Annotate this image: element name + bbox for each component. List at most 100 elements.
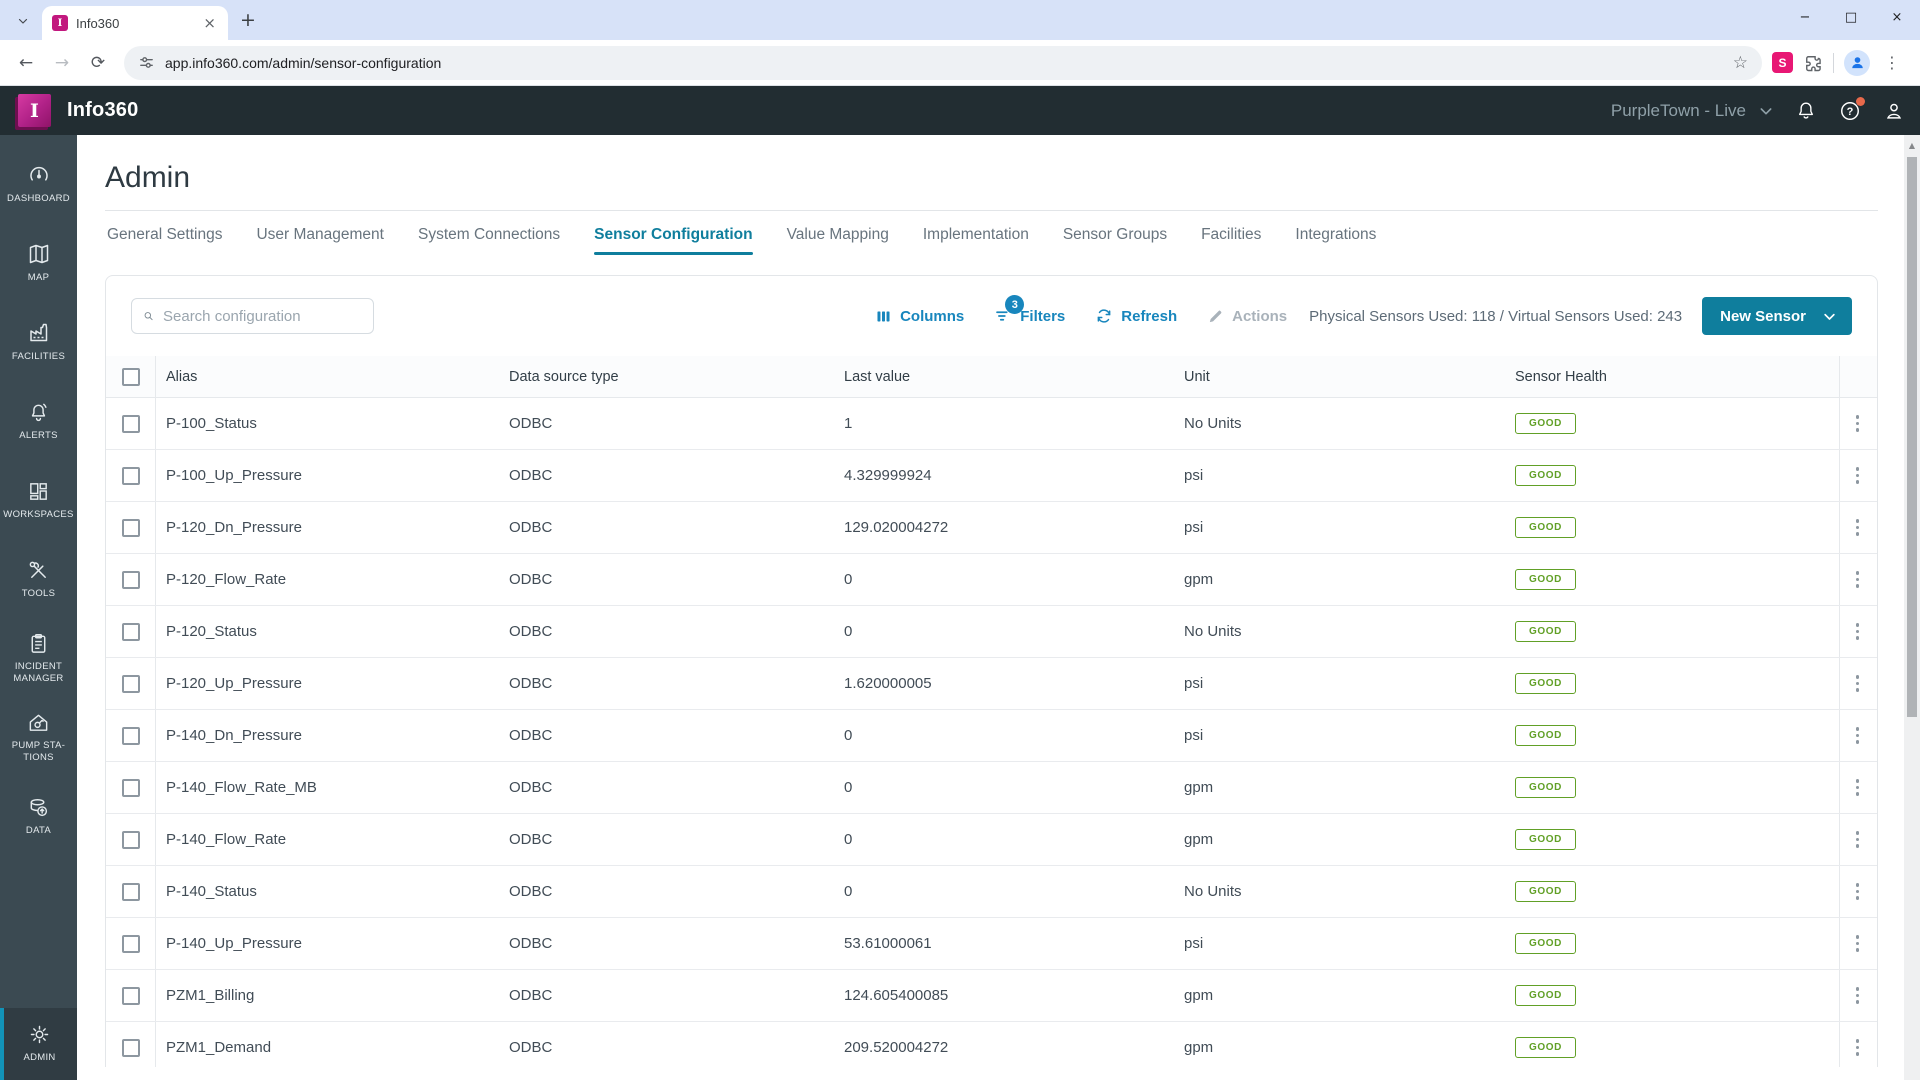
column-header-sensor-health[interactable]: Sensor Health: [1505, 356, 1839, 397]
clipboard-icon: [31, 633, 46, 653]
sidebar-item-dashboard[interactable]: DASHBOARD: [0, 145, 77, 224]
admin-tab[interactable]: General Settings: [107, 226, 222, 255]
site-settings-icon[interactable]: [138, 54, 155, 71]
chevron-down-icon: [1824, 313, 1835, 320]
tab-search-button[interactable]: [10, 8, 36, 34]
environment-label: PurpleTown - Live: [1610, 100, 1746, 120]
row-checkbox[interactable]: [121, 726, 140, 745]
row-menu-button[interactable]: [1850, 409, 1866, 438]
search-input[interactable]: [163, 307, 362, 325]
row-checkbox[interactable]: [121, 466, 140, 485]
sidebar-item-incident-manager[interactable]: INCIDENT MANAGER: [0, 619, 77, 698]
sidebar-item-admin[interactable]: ADMIN: [0, 1008, 77, 1080]
row-menu-button[interactable]: [1850, 1033, 1866, 1062]
sidebar-item-alerts[interactable]: ALERTS: [0, 382, 77, 461]
row-checkbox[interactable]: [121, 414, 140, 433]
row-menu-button[interactable]: [1850, 669, 1866, 698]
admin-tab[interactable]: User Management: [256, 226, 384, 255]
minimize-button[interactable]: −: [1782, 0, 1828, 34]
notifications-button[interactable]: [1794, 99, 1818, 123]
select-all-checkbox[interactable]: [121, 367, 140, 386]
admin-tab[interactable]: Implementation: [923, 226, 1029, 255]
sidebar-item-map[interactable]: MAP: [0, 224, 77, 303]
row-checkbox[interactable]: [121, 778, 140, 797]
cell-unit: No Units: [1184, 883, 1242, 900]
row-menu-button[interactable]: [1850, 721, 1866, 750]
row-menu-button[interactable]: [1850, 617, 1866, 646]
scroll-up-icon[interactable]: ▲: [1904, 135, 1920, 150]
table-row[interactable]: P-140_Flow_Rate ODBC 0 gpm GOOD: [106, 814, 1877, 866]
admin-tab[interactable]: Sensor Configuration: [594, 226, 754, 255]
back-button[interactable]: ←: [10, 47, 42, 79]
pink-extension-icon[interactable]: S: [1772, 52, 1793, 73]
table-row[interactable]: P-120_Up_Pressure ODBC 1.620000005 psi G…: [106, 658, 1877, 710]
reload-button[interactable]: ⟳: [82, 47, 114, 79]
admin-tab[interactable]: Facilities: [1201, 226, 1261, 255]
tab-close-icon[interactable]: ×: [199, 14, 220, 32]
page-scrollbar[interactable]: ▲: [1904, 135, 1920, 1080]
admin-tab[interactable]: Value Mapping: [787, 226, 889, 255]
sidebar-item-facilities[interactable]: FACILITIES: [0, 303, 77, 382]
browser-tab[interactable]: I Info360 ×: [42, 6, 228, 40]
table-row[interactable]: P-120_Dn_Pressure ODBC 129.020004272 psi…: [106, 502, 1877, 554]
column-header-alias[interactable]: Alias: [156, 356, 499, 397]
omnibox[interactable]: app.info360.com/admin/sensor-configurati…: [124, 45, 1762, 80]
table-row[interactable]: P-120_Flow_Rate ODBC 0 gpm GOOD: [106, 554, 1877, 606]
columns-button[interactable]: Columns: [875, 308, 964, 325]
row-menu-button[interactable]: [1850, 461, 1866, 490]
bookmark-star-icon[interactable]: ☆: [1733, 53, 1748, 73]
profile-avatar[interactable]: [1844, 49, 1870, 76]
filters-button[interactable]: 3 Filters: [994, 295, 1065, 325]
table-row[interactable]: P-140_Flow_Rate_MB ODBC 0 gpm GOOD: [106, 762, 1877, 814]
scrollbar-thumb[interactable]: [1907, 157, 1917, 717]
table-row[interactable]: P-100_Status ODBC 1 No Units GOOD: [106, 398, 1877, 450]
row-menu-button[interactable]: [1850, 825, 1866, 854]
table-row[interactable]: P-140_Up_Pressure ODBC 53.61000061 psi G…: [106, 918, 1877, 970]
row-checkbox[interactable]: [121, 622, 140, 641]
account-button[interactable]: [1882, 99, 1906, 123]
column-header-unit[interactable]: Unit: [1174, 356, 1505, 397]
sidebar-item-tools[interactable]: TOOLS: [0, 540, 77, 619]
sidebar-item-workspaces[interactable]: WORKSPACES: [0, 461, 77, 540]
row-menu-button[interactable]: [1850, 565, 1866, 594]
column-header-data-source-type[interactable]: Data source type: [499, 356, 834, 397]
admin-tab[interactable]: Integrations: [1295, 226, 1376, 255]
table-row[interactable]: P-120_Status ODBC 0 No Units GOOD: [106, 606, 1877, 658]
new-tab-button[interactable]: +: [240, 9, 256, 31]
maximize-button[interactable]: □: [1828, 0, 1874, 34]
row-menu-button[interactable]: [1850, 773, 1866, 802]
row-menu-button[interactable]: [1850, 981, 1866, 1010]
row-menu-button[interactable]: [1850, 877, 1866, 906]
browser-menu-icon[interactable]: ⋮: [1880, 53, 1904, 72]
actions-button[interactable]: Actions: [1207, 308, 1287, 325]
close-button[interactable]: ×: [1874, 0, 1920, 34]
url-text[interactable]: app.info360.com/admin/sensor-configurati…: [165, 55, 1723, 71]
row-checkbox[interactable]: [121, 830, 140, 849]
table-row[interactable]: PZM1_Demand ODBC 209.520004272 gpm GOOD: [106, 1022, 1877, 1067]
table-row[interactable]: P-140_Status ODBC 0 No Units GOOD: [106, 866, 1877, 918]
new-sensor-button[interactable]: New Sensor: [1702, 297, 1852, 335]
table-row[interactable]: P-100_Up_Pressure ODBC 4.329999924 psi G…: [106, 450, 1877, 502]
table-row[interactable]: PZM1_Billing ODBC 124.605400085 gpm GOOD: [106, 970, 1877, 1022]
row-menu-button[interactable]: [1850, 929, 1866, 958]
row-checkbox[interactable]: [121, 986, 140, 1005]
search-configuration-box[interactable]: [131, 298, 374, 334]
row-checkbox[interactable]: [121, 934, 140, 953]
row-menu-button[interactable]: [1850, 513, 1866, 542]
column-header-last-value[interactable]: Last value: [834, 356, 1174, 397]
row-checkbox[interactable]: [121, 882, 140, 901]
row-checkbox[interactable]: [121, 518, 140, 537]
admin-tab[interactable]: System Connections: [418, 226, 560, 255]
row-checkbox[interactable]: [121, 570, 140, 589]
environment-selector[interactable]: PurpleTown - Live: [1611, 101, 1774, 121]
sidebar-item-data[interactable]: DATA: [0, 777, 77, 856]
table-row[interactable]: P-140_Dn_Pressure ODBC 0 psi GOOD: [106, 710, 1877, 762]
row-checkbox[interactable]: [121, 674, 140, 693]
refresh-button[interactable]: Refresh: [1095, 307, 1177, 325]
extensions-puzzle-icon[interactable]: [1803, 53, 1823, 73]
sidebar-item-pump-stations[interactable]: PUMP STA-TIONS: [0, 698, 77, 777]
row-checkbox[interactable]: [121, 1038, 140, 1057]
help-button[interactable]: ?: [1838, 96, 1865, 123]
admin-tab[interactable]: Sensor Groups: [1063, 226, 1167, 255]
forward-button[interactable]: →: [46, 47, 78, 79]
